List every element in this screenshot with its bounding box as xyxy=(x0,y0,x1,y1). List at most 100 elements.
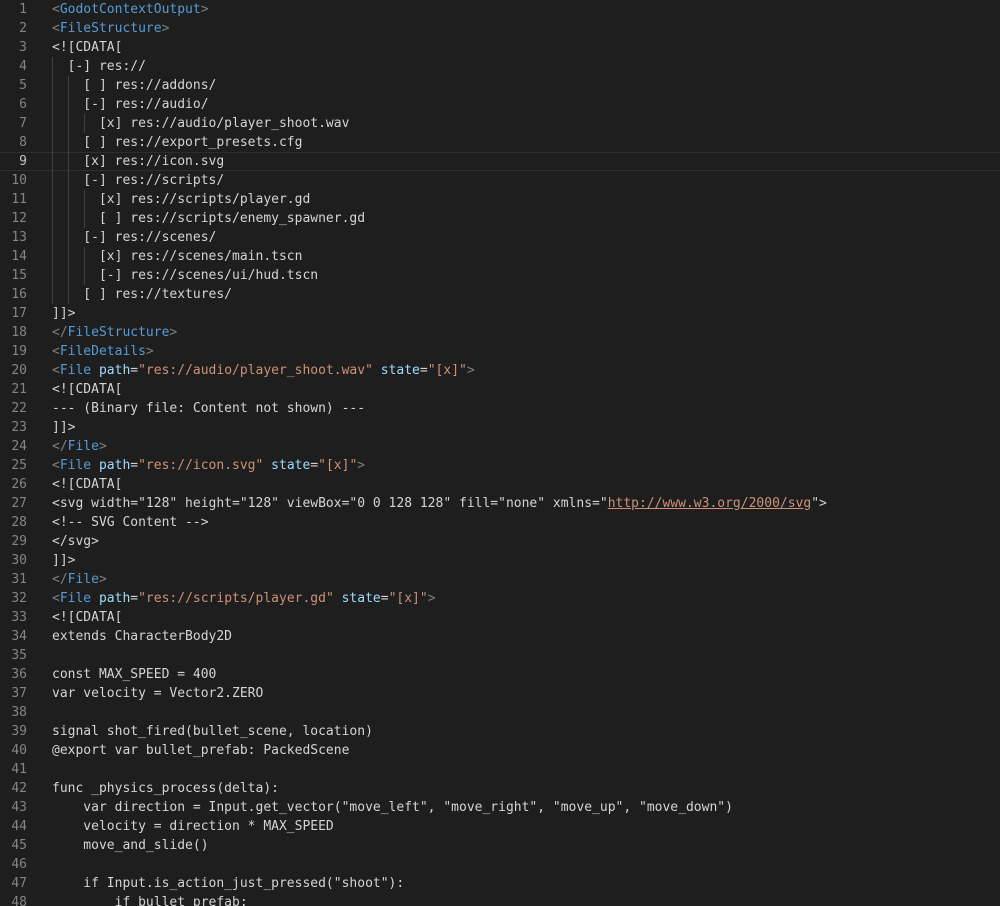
code-line[interactable]: 39 signal shot_fired(bullet_scene, locati… xyxy=(0,722,1000,741)
code-line[interactable]: 21 <![CDATA[ xyxy=(0,380,1000,399)
code-text: ]]> xyxy=(52,306,76,321)
code-text: <!-- SVG Content --> xyxy=(52,515,209,530)
code-line[interactable]: 23]]> xyxy=(0,418,1000,437)
code-line[interactable]: 1 <GodotContextOutput> xyxy=(0,0,1000,19)
line-number: 25 xyxy=(11,458,27,473)
code-line[interactable]: 9 [x] res://icon.svg xyxy=(0,152,1000,171)
code-text: [x] res://scenes/main.tscn xyxy=(52,249,303,264)
code-content: [x] res://scenes/main.tscn xyxy=(52,247,303,266)
code-line[interactable]: 32 <File path="res://scripts/player.gd" s… xyxy=(0,589,1000,608)
code-line[interactable]: 40 @export var bullet_prefab: PackedScene xyxy=(0,741,1000,760)
code-content: <svg width="128" height="128" viewBox="0… xyxy=(52,494,827,513)
code-content: <GodotContextOutput> xyxy=(52,0,209,19)
code-line[interactable]: 24 </File> xyxy=(0,437,1000,456)
code-line[interactable]: 34 extends CharacterBody2D xyxy=(0,627,1000,646)
code-text: [x] res://audio/player_shoot.wav xyxy=(52,116,350,131)
code-content: velocity = direction * MAX_SPEED xyxy=(52,817,333,836)
string-literal: "res://scripts/player.gd" xyxy=(138,591,334,606)
code-line[interactable]: 29 </svg> xyxy=(0,532,1000,551)
code-line[interactable]: 36 const MAX_SPEED = 400 xyxy=(0,665,1000,684)
code-content: <File path="res://scripts/player.gd" sta… xyxy=(52,589,436,608)
code-line[interactable]: 13 [-] res://scenes/ xyxy=(0,228,1000,247)
tag-bracket: </ xyxy=(52,572,68,587)
code-editor[interactable]: 1 <GodotContextOutput> 2 <FileStructure> 3 <!… xyxy=(0,0,1000,906)
code-line[interactable]: 28 <!-- SVG Content --> xyxy=(0,513,1000,532)
tag-bracket: > xyxy=(98,439,107,454)
code-line[interactable]: 38 xyxy=(0,703,1000,722)
code-line[interactable]: 19 <FileDetails> xyxy=(0,342,1000,361)
code-line[interactable]: 2 <FileStructure> xyxy=(0,19,1000,38)
code-line[interactable]: 7 [x] res://audio/player_shoot.wav xyxy=(0,114,1000,133)
line-number: 19 xyxy=(11,344,27,359)
code-line[interactable]: 8 [ ] res://export_presets.cfg xyxy=(0,133,1000,152)
code-content: extends CharacterBody2D xyxy=(52,627,232,646)
tag-bracket: > xyxy=(200,2,209,17)
code-line[interactable]: 25 <File path="res://icon.svg" state="[x]… xyxy=(0,456,1000,475)
code-line[interactable]: 11 [x] res://scripts/player.gd xyxy=(0,190,1000,209)
code-line[interactable]: 44 velocity = direction * MAX_SPEED xyxy=(0,817,1000,836)
line-number: 3 xyxy=(19,40,27,55)
code-line[interactable]: 14 [x] res://scenes/main.tscn xyxy=(0,247,1000,266)
code-text: move_and_slide() xyxy=(52,838,209,853)
code-line[interactable]: 4 [-] res:// xyxy=(0,57,1000,76)
line-number: 13 xyxy=(11,230,27,245)
code-text: signal shot_fired(bullet_scene, location… xyxy=(52,724,373,739)
code-content: <FileStructure> xyxy=(52,19,169,38)
code-line[interactable]: 45 move_and_slide() xyxy=(0,836,1000,855)
code-line[interactable]: 17]]> xyxy=(0,304,1000,323)
code-line[interactable]: 42 func _physics_process(delta): xyxy=(0,779,1000,798)
code-line[interactable]: 20 <File path="res://audio/player_shoot.w… xyxy=(0,361,1000,380)
code-content: </File> xyxy=(52,437,107,456)
code-content: move_and_slide() xyxy=(52,836,209,855)
tag-name: File xyxy=(67,439,99,454)
code-line[interactable]: 48 if bullet_prefab: xyxy=(0,893,1000,906)
code-content: <![CDATA[ xyxy=(52,380,122,399)
code-line[interactable]: 18 </FileStructure> xyxy=(0,323,1000,342)
code-line[interactable]: 16 [ ] res://textures/ xyxy=(0,285,1000,304)
code-line[interactable]: 3 <![CDATA[ xyxy=(0,38,1000,57)
code-line[interactable]: 26 <![CDATA[ xyxy=(0,475,1000,494)
code-line[interactable]: 10 [-] res://scripts/ xyxy=(0,171,1000,190)
code-line[interactable]: 22 --- (Binary file: Content not shown) -… xyxy=(0,399,1000,418)
code-line[interactable]: 30]]> xyxy=(0,551,1000,570)
code-line[interactable]: 47 if Input.is_action_just_pressed("shoo… xyxy=(0,874,1000,893)
line-number: 29 xyxy=(11,534,27,549)
tag-name: FileStructure xyxy=(59,21,162,36)
code-line[interactable]: 15 [-] res://scenes/ui/hud.tscn xyxy=(0,266,1000,285)
code-line[interactable]: 35 xyxy=(0,646,1000,665)
line-number: 1 xyxy=(19,2,27,17)
code-line[interactable]: 41 xyxy=(0,760,1000,779)
code-text: [x] res://scripts/player.gd xyxy=(52,192,311,207)
code-content: var direction = Input.get_vector("move_l… xyxy=(52,798,733,817)
line-number: 38 xyxy=(11,705,27,720)
line-number: 14 xyxy=(11,249,27,264)
code-line[interactable]: 12 [ ] res://scripts/enemy_spawner.gd xyxy=(0,209,1000,228)
line-number: 46 xyxy=(11,857,27,872)
code-line[interactable]: 6 [-] res://audio/ xyxy=(0,95,1000,114)
line-number: 8 xyxy=(19,135,27,150)
code-content: ]]> xyxy=(52,551,75,570)
string-literal: "res://audio/player_shoot.wav" xyxy=(138,363,373,378)
line-number: 7 xyxy=(19,116,27,131)
code-line[interactable]: 46 xyxy=(0,855,1000,874)
code-content: ]]> xyxy=(52,418,75,437)
code-line[interactable]: 27 <svg width="128" height="128" viewBox=… xyxy=(0,494,1000,513)
code-content: const MAX_SPEED = 400 xyxy=(52,665,216,684)
code-content: [ ] res://scripts/enemy_spawner.gd xyxy=(52,209,365,228)
code-text: = xyxy=(380,591,389,606)
code-content: ]]> xyxy=(52,304,75,323)
code-line[interactable]: 33 <![CDATA[ xyxy=(0,608,1000,627)
code-line[interactable]: 31 </File> xyxy=(0,570,1000,589)
code-line[interactable]: 5 [ ] res://addons/ xyxy=(0,76,1000,95)
code-text: [ ] res://export_presets.cfg xyxy=(52,135,303,150)
line-number: 47 xyxy=(11,876,27,891)
url-link[interactable]: http://www.w3.org/2000/svg xyxy=(608,496,812,511)
code-line[interactable]: 43 var direction = Input.get_vector("mov… xyxy=(0,798,1000,817)
code-text: ]]> xyxy=(52,420,76,435)
line-number: 40 xyxy=(11,743,27,758)
code-content: <![CDATA[ xyxy=(52,475,122,494)
code-text: func _physics_process(delta): xyxy=(52,781,279,796)
line-number: 9 xyxy=(19,154,27,169)
code-line[interactable]: 37 var velocity = Vector2.ZERO xyxy=(0,684,1000,703)
